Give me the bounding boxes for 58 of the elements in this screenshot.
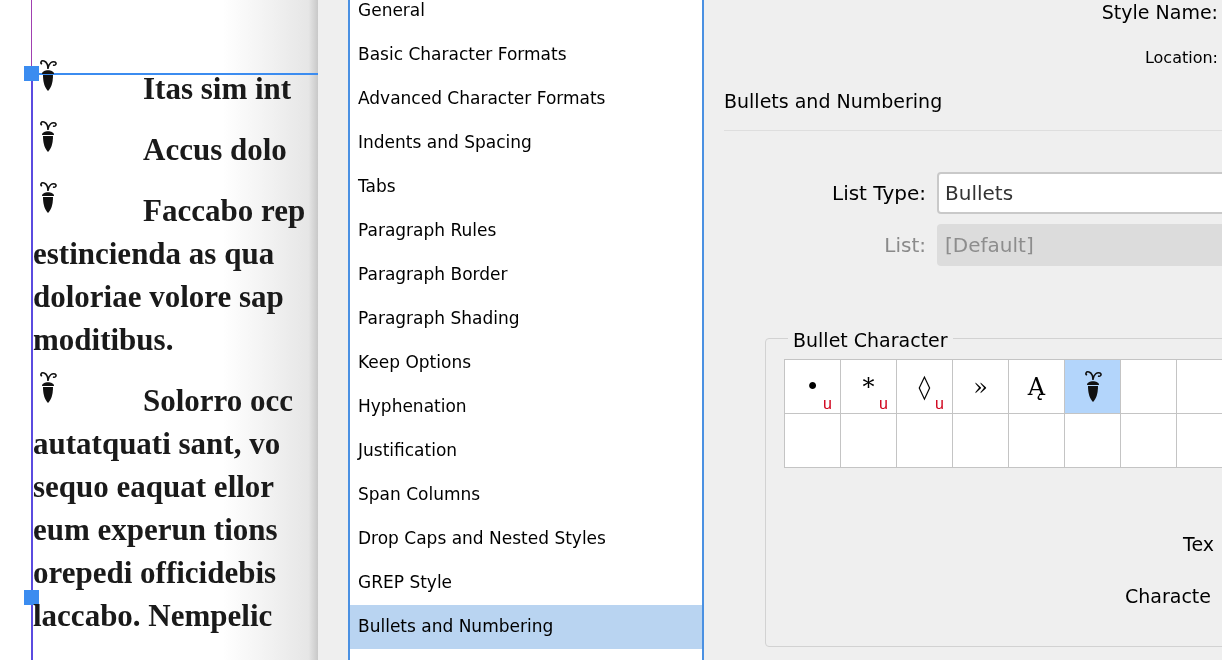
unicode-marker: u xyxy=(879,396,888,412)
unicode-marker: u xyxy=(823,396,832,412)
body-text-line: autatquati sant, vo xyxy=(33,425,281,463)
category-item[interactable]: Indents and Spacing xyxy=(350,121,702,165)
body-text-line: doloriae volore sap xyxy=(33,278,284,316)
bullet-cell[interactable] xyxy=(1009,414,1065,468)
acorn-icon xyxy=(1082,369,1103,404)
section-title: Bullets and Numbering xyxy=(724,88,943,114)
bullet-cell[interactable] xyxy=(1121,414,1177,468)
field-label: Characte xyxy=(1125,584,1211,609)
body-text-line: Faccabo rep xyxy=(143,192,306,230)
category-item[interactable]: GREP Style xyxy=(350,561,702,605)
frame-handle[interactable] xyxy=(24,590,39,605)
category-item[interactable]: Advanced Character Formats xyxy=(350,77,702,121)
field-label: List Type: xyxy=(831,180,927,207)
bullet-cell[interactable] xyxy=(1065,414,1121,468)
unicode-marker: u xyxy=(935,396,944,412)
bullet-cell[interactable] xyxy=(897,414,953,468)
category-item[interactable]: Keep Options xyxy=(350,341,702,385)
dropdown-field[interactable]: Bullets xyxy=(937,172,1222,214)
field-label: List: xyxy=(883,232,927,259)
category-item[interactable]: Bullets and Numbering xyxy=(350,605,702,649)
bullet-cell[interactable]: » xyxy=(953,360,1009,414)
category-item[interactable]: Hyphenation xyxy=(350,385,702,429)
body-text-line: eum experun tions xyxy=(33,511,278,549)
body-text-line: estincienda as qua xyxy=(33,235,275,273)
bullet-cell[interactable]: Ą xyxy=(1009,360,1065,414)
bullet-glyph: * xyxy=(862,374,875,399)
bullet-glyph: • xyxy=(805,374,820,399)
category-item[interactable]: Drop Caps and Nested Styles xyxy=(350,517,702,561)
body-text-line: Itas sim int xyxy=(143,70,292,108)
bullet-glyph: Ą xyxy=(1027,374,1046,399)
category-item[interactable]: Paragraph Shading xyxy=(350,297,702,341)
bullet-glyph: ◊ xyxy=(918,374,931,399)
category-item[interactable]: Span Columns xyxy=(350,473,702,517)
field-label: Tex xyxy=(1183,532,1214,557)
bullet-cell[interactable] xyxy=(1121,360,1177,414)
category-item[interactable]: Basic Character Formats xyxy=(350,33,702,77)
category-item[interactable]: Justification xyxy=(350,429,702,473)
group-title: Bullet Character xyxy=(793,329,948,351)
bullet-cell[interactable] xyxy=(1065,360,1121,414)
bullet-glyph: » xyxy=(973,374,988,399)
body-text-line: sequo eaquat ellor xyxy=(33,468,275,506)
body-text-line: laccabo. Nempelic xyxy=(33,597,273,635)
category-item[interactable]: Paragraph Border xyxy=(350,253,702,297)
style-name-label: Style Name: xyxy=(1101,0,1218,25)
category-item[interactable]: Tabs xyxy=(350,165,702,209)
body-text-line: Solorro occ xyxy=(143,382,294,420)
location-label: Location: xyxy=(1144,47,1218,69)
category-item[interactable]: Paragraph Rules xyxy=(350,209,702,253)
frame-handle[interactable] xyxy=(24,66,39,81)
category-item[interactable]: General xyxy=(350,0,702,33)
bullet-cell[interactable] xyxy=(785,414,841,468)
body-text-line: orepedi officidebis xyxy=(33,554,277,592)
body-text-line: moditibus. xyxy=(33,321,174,359)
body-text-line: Accus dolo xyxy=(143,131,287,169)
bullet-cell[interactable] xyxy=(841,414,897,468)
bullet-cell[interactable] xyxy=(953,414,1009,468)
